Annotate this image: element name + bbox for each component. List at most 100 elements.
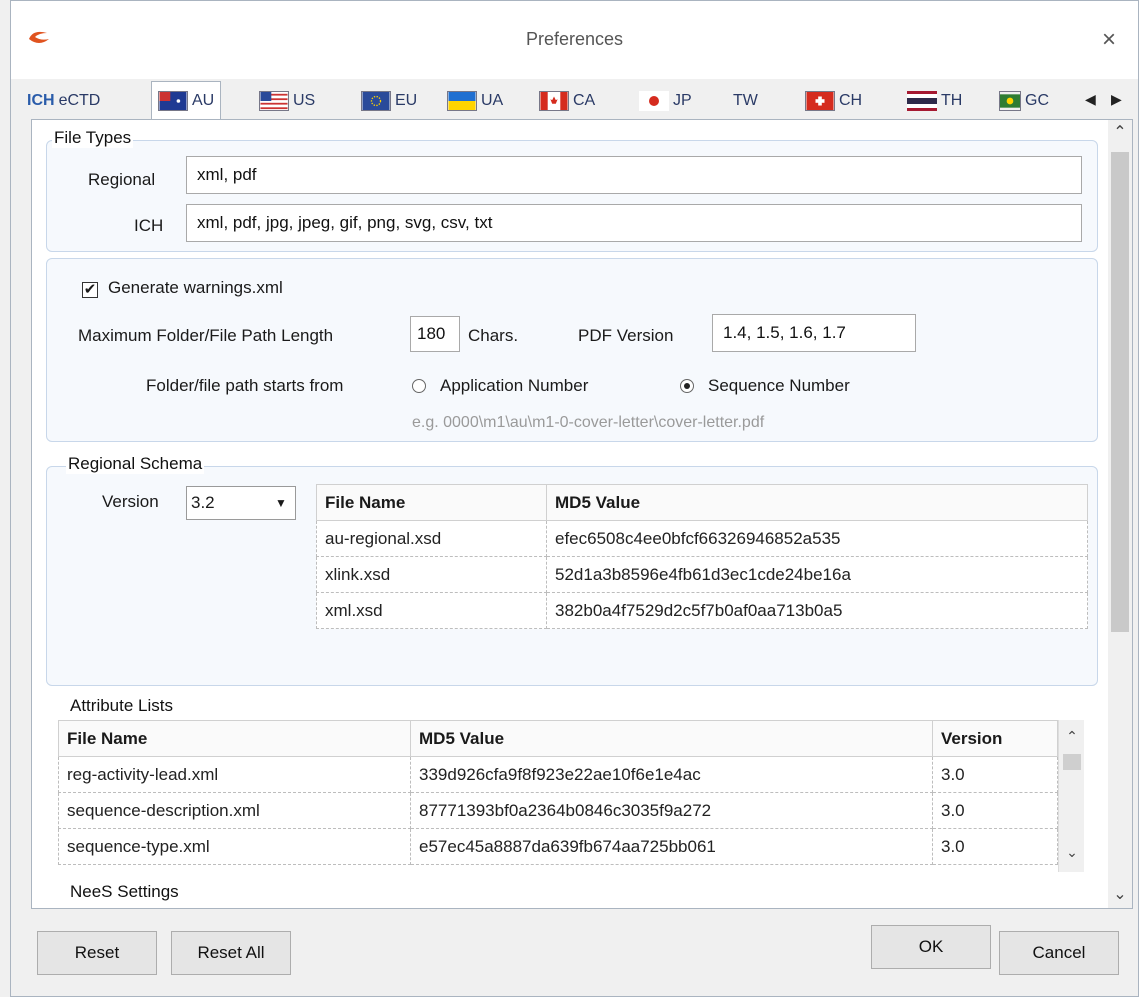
scroll-up-icon[interactable]: ⌃: [1108, 122, 1132, 142]
version-cell: 3.0: [932, 756, 1058, 793]
column-header-file-name[interactable]: File Name: [58, 720, 411, 757]
tab-scroll-left-icon[interactable]: ◀: [1085, 91, 1096, 108]
cancel-button[interactable]: Cancel: [999, 931, 1119, 975]
scroll-thumb[interactable]: [1063, 754, 1081, 770]
regional-schema-table: File Name MD5 Value au-regional.xsd efec…: [316, 484, 1088, 629]
tab-us[interactable]: US: [259, 83, 315, 119]
japan-flag-icon: [639, 91, 669, 111]
tab-scroll-right-icon[interactable]: ▶: [1111, 91, 1122, 108]
ukraine-flag-icon: [447, 91, 477, 111]
application-number-radio[interactable]: [412, 379, 426, 393]
close-icon[interactable]: ×: [1098, 28, 1120, 52]
tab-label: UA: [481, 92, 504, 109]
chevron-down-icon[interactable]: ▼: [269, 489, 293, 517]
md5-cell: 87771393bf0a2364b0846c3035f9a272: [410, 792, 933, 829]
panel-scrollbar[interactable]: ⌃ ⌄: [1108, 120, 1132, 908]
md5-cell: 382b0a4f7529d2c5f7b0af0aa713b0a5: [546, 592, 1088, 629]
tab-ua[interactable]: UA: [447, 83, 503, 119]
column-header-md5[interactable]: MD5 Value: [546, 484, 1088, 521]
tab-label: GC: [1025, 92, 1049, 109]
md5-cell: 339d926cfa9f8f923e22ae10f6e1e4ac: [410, 756, 933, 793]
background-strip: [0, 0, 10, 997]
tab-th[interactable]: TH: [907, 83, 962, 119]
australia-flag-icon: [158, 90, 188, 111]
tab-label: CA: [573, 92, 596, 109]
version-cell: 3.0: [932, 792, 1058, 829]
ok-button[interactable]: OK: [871, 925, 991, 969]
tab-label: eCTD: [58, 92, 101, 109]
file-name-cell: xlink.xsd: [316, 556, 547, 593]
pdf-version-input[interactable]: [712, 314, 916, 352]
table-row[interactable]: au-regional.xsd efec6508c4ee0bfcf6632694…: [316, 520, 1088, 557]
tab-ch[interactable]: CH: [805, 83, 862, 119]
attribute-lists-label: Attribute Lists: [68, 696, 175, 716]
file-name-cell: sequence-description.xml: [58, 792, 411, 829]
file-types-label: File Types: [52, 128, 134, 148]
table-row[interactable]: sequence-description.xml 87771393bf0a236…: [58, 792, 1058, 829]
table-row[interactable]: reg-activity-lead.xml 339d926cfa9f8f923e…: [58, 756, 1058, 793]
regional-file-types-input[interactable]: [186, 156, 1082, 194]
scroll-down-icon[interactable]: ⌄: [1108, 884, 1132, 904]
nees-settings-label: NeeS Settings: [68, 882, 181, 902]
generate-warnings-checkbox[interactable]: ✔: [82, 282, 98, 298]
tab-au[interactable]: AU: [151, 81, 222, 119]
tab-label: TH: [941, 92, 963, 109]
generate-warnings-label: Generate warnings.xml: [108, 278, 283, 297]
file-name-cell: sequence-type.xml: [58, 828, 411, 865]
tab-ich-ectd[interactable]: ICH eCTD: [27, 83, 100, 119]
max-path-length-input[interactable]: [410, 316, 460, 352]
window-title: Preferences: [525, 29, 624, 49]
switzerland-flag-icon: [805, 91, 835, 111]
ich-prefix: ICH: [27, 92, 55, 109]
tab-label: TW: [733, 92, 758, 109]
tab-label: JP: [673, 92, 692, 109]
md5-cell: efec6508c4ee0bfcf66326946852a535: [546, 520, 1088, 557]
path-start-label: Folder/file path starts from: [146, 376, 344, 395]
version-cell: 3.0: [932, 828, 1058, 865]
reset-all-button[interactable]: Reset All: [171, 931, 291, 975]
title-bar: Preferences ×: [11, 1, 1138, 79]
ich-file-types-input[interactable]: [186, 204, 1082, 242]
table-row[interactable]: xml.xsd 382b0a4f7529d2c5f7b0af0aa713b0a5: [316, 592, 1088, 629]
column-header-file-name[interactable]: File Name: [316, 484, 547, 521]
eu-flag-icon: [361, 91, 391, 111]
region-tabs: ICH eCTD AU US EU UA CA JP TW CH TH GC ◀…: [27, 81, 1132, 119]
scroll-thumb[interactable]: [1111, 152, 1129, 632]
regional-schema-label: Regional Schema: [66, 454, 205, 474]
file-name-cell: reg-activity-lead.xml: [58, 756, 411, 793]
thailand-flag-icon: [907, 91, 937, 111]
max-path-label: Maximum Folder/File Path Length: [78, 326, 334, 345]
tab-label: CH: [839, 92, 863, 109]
tab-eu[interactable]: EU: [361, 83, 417, 119]
version-label: Version: [102, 492, 159, 511]
scroll-up-icon[interactable]: ⌃: [1059, 728, 1085, 745]
pdf-version-label: PDF Version: [578, 326, 674, 345]
preferences-dialog: Preferences × ICH eCTD AU US EU UA CA JP…: [10, 0, 1139, 997]
table-row[interactable]: xlink.xsd 52d1a3b8596e4fb61d3ec1cde24be1…: [316, 556, 1088, 593]
attribute-lists-scrollbar[interactable]: ⌃ ⌄: [1058, 720, 1084, 872]
tab-ca[interactable]: CA: [539, 83, 595, 119]
file-name-cell: au-regional.xsd: [316, 520, 547, 557]
tab-label: AU: [192, 91, 215, 109]
tab-jp[interactable]: JP: [639, 83, 692, 119]
tab-label: EU: [395, 92, 418, 109]
attribute-lists-table: File Name MD5 Value Version reg-activity…: [58, 720, 1058, 865]
application-number-label: Application Number: [440, 376, 589, 395]
path-example-hint: e.g. 0000\m1\au\m1-0-cover-letter\cover-…: [412, 414, 765, 431]
tab-gc[interactable]: GC: [999, 83, 1049, 119]
column-header-md5[interactable]: MD5 Value: [410, 720, 933, 757]
md5-cell: 52d1a3b8596e4fb61d3ec1cde24be16a: [546, 556, 1088, 593]
schema-version-select[interactable]: 3.2 ▼: [186, 486, 296, 520]
tab-tw[interactable]: TW: [733, 83, 758, 119]
table-row[interactable]: sequence-type.xml e57ec45a8887da639fb674…: [58, 828, 1058, 865]
reset-button[interactable]: Reset: [37, 931, 157, 975]
preferences-panel: File Types Regional ICH ✔ Generate warni…: [31, 119, 1133, 909]
gcc-flag-icon: [999, 91, 1021, 111]
schema-version-value: 3.2: [191, 493, 215, 512]
sequence-number-radio[interactable]: [680, 379, 694, 393]
scroll-down-icon[interactable]: ⌄: [1059, 844, 1085, 861]
us-flag-icon: [259, 91, 289, 111]
sequence-number-label: Sequence Number: [708, 376, 850, 395]
column-header-version[interactable]: Version: [932, 720, 1058, 757]
file-name-cell: xml.xsd: [316, 592, 547, 629]
